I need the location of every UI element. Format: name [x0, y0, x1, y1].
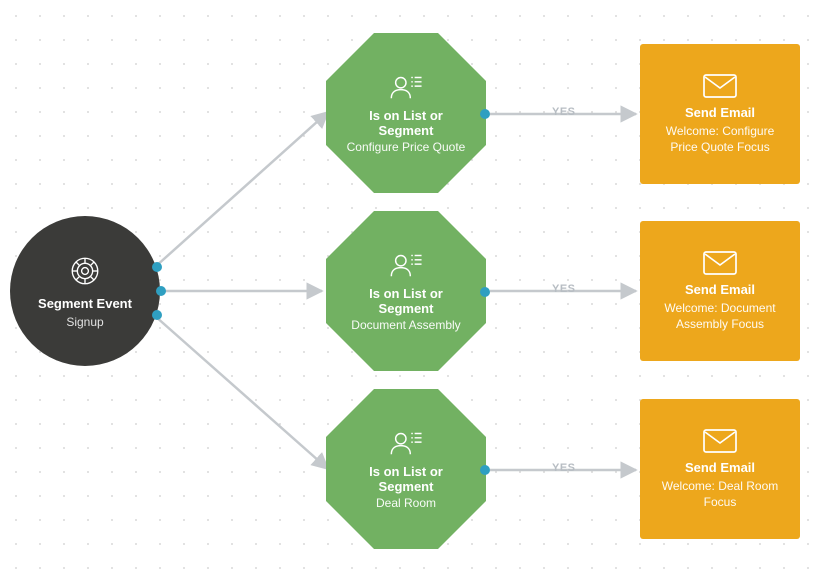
- decision-subtitle: Deal Room: [376, 496, 436, 511]
- start-subtitle: Signup: [66, 315, 103, 329]
- output-port[interactable]: [480, 287, 490, 297]
- decision-node[interactable]: Is on List or Segment Configure Price Qu…: [326, 33, 486, 193]
- output-port[interactable]: [152, 262, 162, 272]
- decision-title: Is on List or Segment: [342, 286, 470, 316]
- envelope-icon: [702, 428, 738, 454]
- decision-node[interactable]: Is on List or Segment Document Assembly: [326, 211, 486, 371]
- start-title: Segment Event: [38, 296, 132, 311]
- envelope-icon: [702, 73, 738, 99]
- flow-canvas[interactable]: Segment Event Signup Is on List or Segme…: [0, 0, 826, 583]
- segment-icon: [68, 254, 102, 288]
- action-subtitle: Welcome: Document Assembly Focus: [654, 301, 786, 332]
- output-port[interactable]: [480, 109, 490, 119]
- decision-title: Is on List or Segment: [342, 108, 470, 138]
- start-node[interactable]: Segment Event Signup: [10, 216, 160, 366]
- edge-label-yes: YES: [552, 462, 576, 474]
- output-port[interactable]: [480, 465, 490, 475]
- person-list-icon: [387, 250, 425, 280]
- person-list-icon: [387, 72, 425, 102]
- action-node[interactable]: Send Email Welcome: Deal Room Focus: [640, 399, 800, 539]
- action-node[interactable]: Send Email Welcome: Configure Price Quot…: [640, 44, 800, 184]
- action-node[interactable]: Send Email Welcome: Document Assembly Fo…: [640, 221, 800, 361]
- person-list-icon: [387, 428, 425, 458]
- output-port[interactable]: [152, 310, 162, 320]
- action-title: Send Email: [685, 460, 755, 475]
- action-subtitle: Welcome: Deal Room Focus: [654, 479, 786, 510]
- decision-subtitle: Document Assembly: [351, 318, 460, 333]
- decision-node[interactable]: Is on List or Segment Deal Room: [326, 389, 486, 549]
- edge-label-yes: YES: [552, 283, 576, 295]
- action-subtitle: Welcome: Configure Price Quote Focus: [654, 124, 786, 155]
- output-port[interactable]: [156, 286, 166, 296]
- envelope-icon: [702, 250, 738, 276]
- action-title: Send Email: [685, 282, 755, 297]
- edge-label-yes: YES: [552, 106, 576, 118]
- decision-subtitle: Configure Price Quote: [347, 140, 466, 155]
- action-title: Send Email: [685, 105, 755, 120]
- decision-title: Is on List or Segment: [342, 464, 470, 494]
